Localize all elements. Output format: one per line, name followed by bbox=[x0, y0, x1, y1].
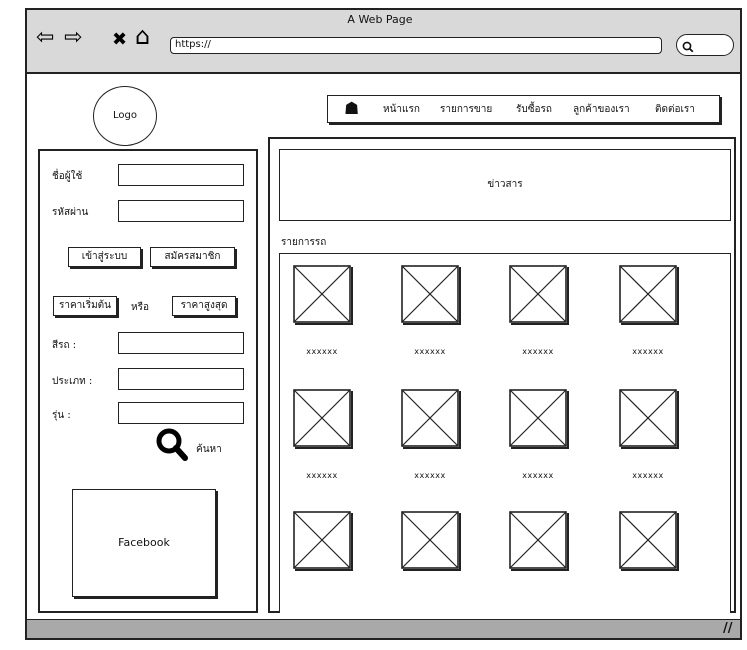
nav-item-home[interactable]: หน้าแรก bbox=[383, 102, 420, 117]
nav-item-listings[interactable]: รายการขาย bbox=[440, 102, 492, 117]
nav-item-contact[interactable]: ติดต่อเรา bbox=[655, 102, 695, 117]
min-price-button[interactable]: ราคาเริ่มต้น bbox=[53, 296, 117, 316]
car-caption: xxxxxx bbox=[414, 347, 446, 356]
username-label: ชื่อผู้ใช้ bbox=[52, 171, 83, 182]
home-nav-icon[interactable]: ☗ bbox=[344, 100, 359, 118]
car-image-placeholder[interactable] bbox=[401, 389, 459, 447]
password-field[interactable] bbox=[118, 200, 244, 222]
type-label: ประเภท : bbox=[52, 376, 93, 387]
car-image-placeholder[interactable] bbox=[619, 389, 677, 447]
nav-item-customers[interactable]: ลูกค้าของเรา bbox=[573, 102, 630, 117]
car-image-placeholder[interactable] bbox=[509, 389, 567, 447]
search-icon bbox=[682, 38, 694, 53]
password-label: รหัสผ่าน bbox=[52, 207, 89, 218]
username-field[interactable] bbox=[118, 164, 244, 186]
news-section: ข่าวสาร bbox=[279, 149, 731, 221]
car-image-placeholder[interactable] bbox=[619, 265, 677, 323]
car-image-placeholder[interactable] bbox=[401, 511, 459, 569]
car-list-title: รายการรถ bbox=[281, 237, 327, 248]
window-title: A Web Page bbox=[347, 13, 413, 26]
search-icon[interactable] bbox=[154, 427, 196, 461]
color-field[interactable] bbox=[118, 332, 244, 354]
status-bar bbox=[27, 619, 740, 638]
car-caption: xxxxxx bbox=[306, 471, 338, 480]
address-bar[interactable]: https:// bbox=[170, 37, 662, 54]
car-image-placeholder[interactable] bbox=[509, 511, 567, 569]
car-caption: xxxxxx bbox=[306, 347, 338, 356]
type-field[interactable] bbox=[118, 368, 244, 390]
car-image-placeholder[interactable] bbox=[509, 265, 567, 323]
model-field[interactable] bbox=[118, 402, 244, 424]
car-image-placeholder[interactable] bbox=[401, 265, 459, 323]
car-caption: xxxxxx bbox=[414, 471, 446, 480]
facebook-widget[interactable]: Facebook bbox=[72, 489, 216, 597]
home-icon[interactable]: ⌂ bbox=[135, 24, 150, 48]
car-caption: xxxxxx bbox=[522, 347, 554, 356]
register-button[interactable]: สมัครสมาชิก bbox=[150, 247, 235, 267]
color-label: สีรถ : bbox=[52, 340, 77, 351]
model-label: รุ่น : bbox=[52, 410, 71, 421]
resize-handle-icon[interactable]: // bbox=[723, 621, 733, 636]
car-image-placeholder[interactable] bbox=[293, 511, 351, 569]
back-icon[interactable]: ⇦ bbox=[36, 27, 54, 49]
nav-item-buy-car[interactable]: รับซื้อรถ bbox=[516, 102, 552, 117]
car-caption: xxxxxx bbox=[632, 347, 664, 356]
forward-icon[interactable]: ⇨ bbox=[64, 27, 82, 49]
car-image-placeholder[interactable] bbox=[293, 265, 351, 323]
search-label[interactable]: ค้นหา bbox=[196, 442, 222, 457]
car-caption: xxxxxx bbox=[632, 471, 664, 480]
max-price-button[interactable]: ราคาสูงสุด bbox=[172, 296, 236, 316]
car-caption: xxxxxx bbox=[522, 471, 554, 480]
login-button[interactable]: เข้าสู่ระบบ bbox=[68, 247, 141, 267]
logo[interactable]: Logo bbox=[93, 86, 157, 146]
car-image-placeholder[interactable] bbox=[619, 511, 677, 569]
close-icon[interactable]: ✖ bbox=[112, 29, 127, 51]
or-label: หรือ bbox=[131, 302, 149, 313]
car-image-placeholder[interactable] bbox=[293, 389, 351, 447]
